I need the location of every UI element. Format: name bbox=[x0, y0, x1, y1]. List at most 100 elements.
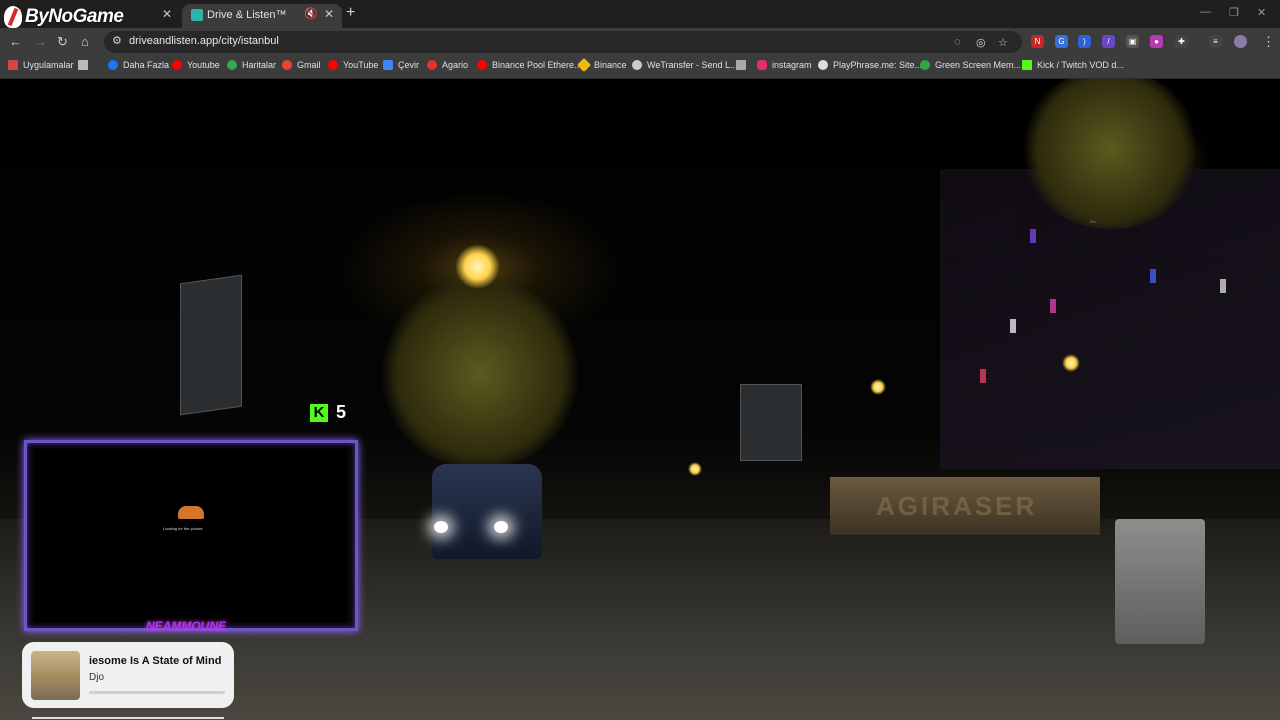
tracking-off-icon[interactable]: ◎ bbox=[976, 36, 986, 49]
taxi-van bbox=[432, 464, 542, 559]
browser-menu-icon[interactable]: ⋮ bbox=[1262, 34, 1275, 50]
building-window bbox=[1030, 229, 1036, 243]
audio-extension-icon[interactable]: ) bbox=[1078, 35, 1091, 48]
road-sign bbox=[180, 274, 242, 416]
tree bbox=[380, 279, 580, 469]
translate-icon bbox=[383, 60, 393, 70]
reading-list-icon[interactable]: ≡ bbox=[1209, 35, 1222, 48]
grid-icon bbox=[78, 60, 88, 70]
streamer-name-label: NEAMMOUNE bbox=[146, 619, 226, 633]
eye-off-icon[interactable]: ◌ bbox=[954, 36, 961, 48]
webcam-frame: Looking for the picture bbox=[24, 440, 358, 631]
youtube-icon bbox=[328, 60, 338, 70]
stream-extension-icon[interactable]: ● bbox=[1150, 35, 1163, 48]
bynogame-logo: ByNoGame bbox=[4, 4, 124, 30]
bookmark-binance[interactable]: Binance bbox=[576, 57, 627, 73]
kick-icon bbox=[1022, 60, 1032, 70]
track-artist: Djo bbox=[89, 672, 105, 683]
bookmark-haritalar[interactable]: Haritalar bbox=[227, 60, 276, 70]
street-lamp bbox=[1062, 354, 1080, 372]
drive-video-viewport[interactable]: AGIRASER K 5 Looking for the picture NEA… bbox=[0, 79, 1280, 720]
translate-extension-icon[interactable]: G bbox=[1055, 35, 1068, 48]
minimize-window-icon[interactable]: — bbox=[1200, 6, 1211, 18]
bookmark-wetransfer[interactable]: WeTransfer - Send L... bbox=[632, 60, 738, 70]
headlight bbox=[494, 521, 508, 533]
site-info-icon[interactable]: ⚙ bbox=[112, 34, 122, 47]
bookmark-grid[interactable] bbox=[78, 60, 93, 70]
building-window bbox=[1010, 319, 1016, 333]
facebook-icon bbox=[108, 60, 118, 70]
bookmark-cevir[interactable]: Çevir bbox=[383, 60, 419, 70]
track-progress-bar bbox=[89, 691, 225, 694]
street-lamp bbox=[455, 244, 500, 289]
home-icon[interactable]: ⌂ bbox=[81, 34, 89, 49]
street-lamp bbox=[688, 462, 702, 476]
headlight bbox=[434, 521, 448, 533]
bookmark-green-screen[interactable]: Green Screen Mem... bbox=[920, 60, 1021, 70]
kick-viewer-count: 5 bbox=[336, 402, 347, 422]
reload-icon[interactable]: ↻ bbox=[57, 34, 68, 50]
wetransfer-icon bbox=[632, 60, 642, 70]
cam-loading-text: Looking for the picture bbox=[163, 526, 203, 531]
instagram-icon bbox=[757, 60, 767, 70]
bookmark-kick-twitch[interactable]: Kick / Twitch VOD d... bbox=[1022, 60, 1124, 70]
apps-grid-icon bbox=[8, 60, 18, 70]
bookmark-star-icon[interactable]: ☆ bbox=[998, 36, 1008, 49]
bynogame-mark-icon bbox=[4, 6, 22, 28]
building-window bbox=[1150, 269, 1156, 283]
youtube-icon bbox=[172, 60, 182, 70]
url-text[interactable]: driveandlisten.app/city/istanbul bbox=[129, 35, 279, 47]
bookmark-gmail[interactable]: Gmail bbox=[282, 60, 321, 70]
kick-viewer-counter: K 5 bbox=[310, 402, 346, 423]
capture-extension-icon[interactable]: ▣ bbox=[1126, 35, 1139, 48]
bookmark-daha-fazla[interactable]: Daha Fazla bbox=[108, 60, 169, 70]
roadside-wall: AGIRASER bbox=[830, 477, 1100, 535]
bookmark-uygulamalar[interactable]: Uygulamalar bbox=[8, 60, 74, 70]
gmail-icon bbox=[282, 60, 292, 70]
building-window bbox=[1050, 299, 1056, 313]
playphrase-icon bbox=[818, 60, 828, 70]
utility-box bbox=[1115, 519, 1205, 644]
street-lamp bbox=[870, 379, 886, 395]
agario-icon bbox=[427, 60, 437, 70]
building-window bbox=[1220, 279, 1226, 293]
video-progress-bar[interactable] bbox=[32, 717, 224, 719]
wall-sign-text: AGIRASER bbox=[876, 491, 1038, 521]
bookmark-youtube-1[interactable]: Youtube bbox=[172, 60, 220, 70]
bookmark-unnamed[interactable] bbox=[736, 60, 751, 70]
bookmarks-bar: Uygulamalar Daha Fazla Youtube Haritalar… bbox=[0, 56, 1280, 79]
close-tab-icon[interactable]: ✕ bbox=[162, 7, 172, 21]
close-window-icon[interactable]: ✕ bbox=[1257, 6, 1266, 19]
bookmark-youtube-2[interactable]: YouTube bbox=[328, 60, 378, 70]
address-bar[interactable]: ⚙ driveandlisten.app/city/istanbul ◌ ◎ ☆ bbox=[104, 31, 1022, 53]
pen-extension-icon[interactable]: / bbox=[1102, 35, 1115, 48]
new-extension-icon[interactable]: N bbox=[1031, 35, 1044, 48]
tab-drive-and-listen[interactable]: Drive & Listen™ 🔇 ✕ bbox=[182, 4, 342, 28]
track-title: iesome Is A State of Mind bbox=[89, 655, 222, 667]
kick-logo-icon: K bbox=[310, 403, 328, 422]
new-tab-button[interactable]: + bbox=[346, 4, 355, 22]
drive-and-listen-favicon-icon bbox=[191, 9, 203, 21]
bookmark-playphrase[interactable]: PlayPhrase.me: Site... bbox=[818, 60, 922, 70]
restore-window-icon[interactable]: ❐ bbox=[1229, 6, 1239, 19]
bookmark-agario[interactable]: Agario bbox=[427, 60, 468, 70]
greenscreen-icon bbox=[920, 60, 930, 70]
bookmark-instagram[interactable]: instagram bbox=[757, 60, 812, 70]
cat-loading-icon bbox=[178, 506, 204, 519]
profile-avatar-icon[interactable] bbox=[1234, 35, 1247, 48]
extensions-puzzle-icon[interactable]: ✚ bbox=[1175, 35, 1188, 48]
muted-audio-icon[interactable]: 🔇 bbox=[304, 7, 318, 20]
forward-arrow-icon[interactable]: → bbox=[34, 34, 47, 49]
now-playing-widget: iesome Is A State of Mind Djo bbox=[22, 642, 234, 708]
back-arrow-icon[interactable]: ← bbox=[9, 34, 22, 49]
direction-sign bbox=[740, 384, 802, 461]
browser-toolbar: ← → ↻ ⌂ ⚙ driveandlisten.app/city/istanb… bbox=[0, 28, 1280, 56]
bookmark-binance-pool[interactable]: Binance Pool Ethere... bbox=[477, 60, 582, 70]
close-tab-icon[interactable]: ✕ bbox=[324, 7, 334, 21]
tab-strip: ✕ Drive & Listen™ 🔇 ✕ + — ❐ ✕ bbox=[0, 0, 1280, 28]
bookmark-icon bbox=[736, 60, 746, 70]
webcam-feed: Looking for the picture bbox=[35, 449, 347, 622]
album-art bbox=[31, 651, 80, 700]
logo-text: ByNoGame bbox=[25, 6, 124, 27]
binance-icon bbox=[576, 57, 592, 73]
